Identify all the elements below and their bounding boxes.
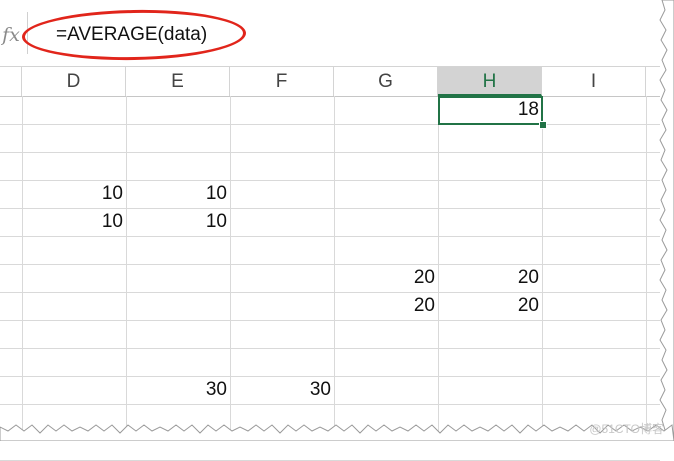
formula-bar: fx =AVERAGE(data) [0, 0, 660, 67]
active-cell-border[interactable] [438, 96, 543, 125]
cell-g-value[interactable]: 20 [335, 264, 438, 291]
cell-f-value[interactable]: 30 [231, 376, 334, 403]
column-header-f[interactable]: F [230, 67, 334, 96]
torn-edge-right [658, 0, 674, 441]
function-icon[interactable]: fx [0, 20, 22, 50]
grid-horizontal-line [0, 348, 660, 349]
grid-vertical-line [22, 96, 23, 441]
cell-h-value[interactable]: 20 [439, 292, 542, 319]
annotation-ellipse [21, 8, 247, 62]
grid-horizontal-line [0, 264, 660, 265]
cell-e-value[interactable]: 30 [127, 376, 230, 403]
column-header-g[interactable]: G [334, 67, 438, 96]
grid-vertical-line [646, 96, 647, 441]
cell-grid[interactable]: 18 10 10 10 10 20 20 20 20 30 30 [0, 96, 660, 461]
grid-horizontal-line [0, 292, 660, 293]
grid-horizontal-line [0, 236, 660, 237]
grid-horizontal-line [0, 404, 660, 405]
cell-e-value[interactable]: 10 [127, 208, 230, 235]
cell-d-value[interactable]: 10 [23, 208, 126, 235]
cell-g-value[interactable]: 20 [335, 292, 438, 319]
column-header-i[interactable]: I [542, 67, 646, 96]
select-all-corner[interactable] [0, 67, 22, 96]
cell-e-value[interactable]: 10 [127, 180, 230, 207]
column-header-d[interactable]: D [22, 67, 126, 96]
column-header-h[interactable]: H [438, 67, 542, 96]
grid-horizontal-line [0, 124, 660, 125]
grid-horizontal-line [0, 320, 660, 321]
column-header-e[interactable]: E [126, 67, 230, 96]
watermark: @51CTO博客 [589, 422, 664, 436]
grid-horizontal-line [0, 152, 660, 153]
fill-handle[interactable] [539, 121, 547, 129]
torn-edge-bottom: @51CTO博客 [0, 417, 674, 441]
grid-vertical-line [542, 96, 543, 441]
column-header-row: DEFGHI [0, 67, 660, 97]
cell-h-value[interactable]: 20 [439, 264, 542, 291]
cell-d-value[interactable]: 10 [23, 180, 126, 207]
